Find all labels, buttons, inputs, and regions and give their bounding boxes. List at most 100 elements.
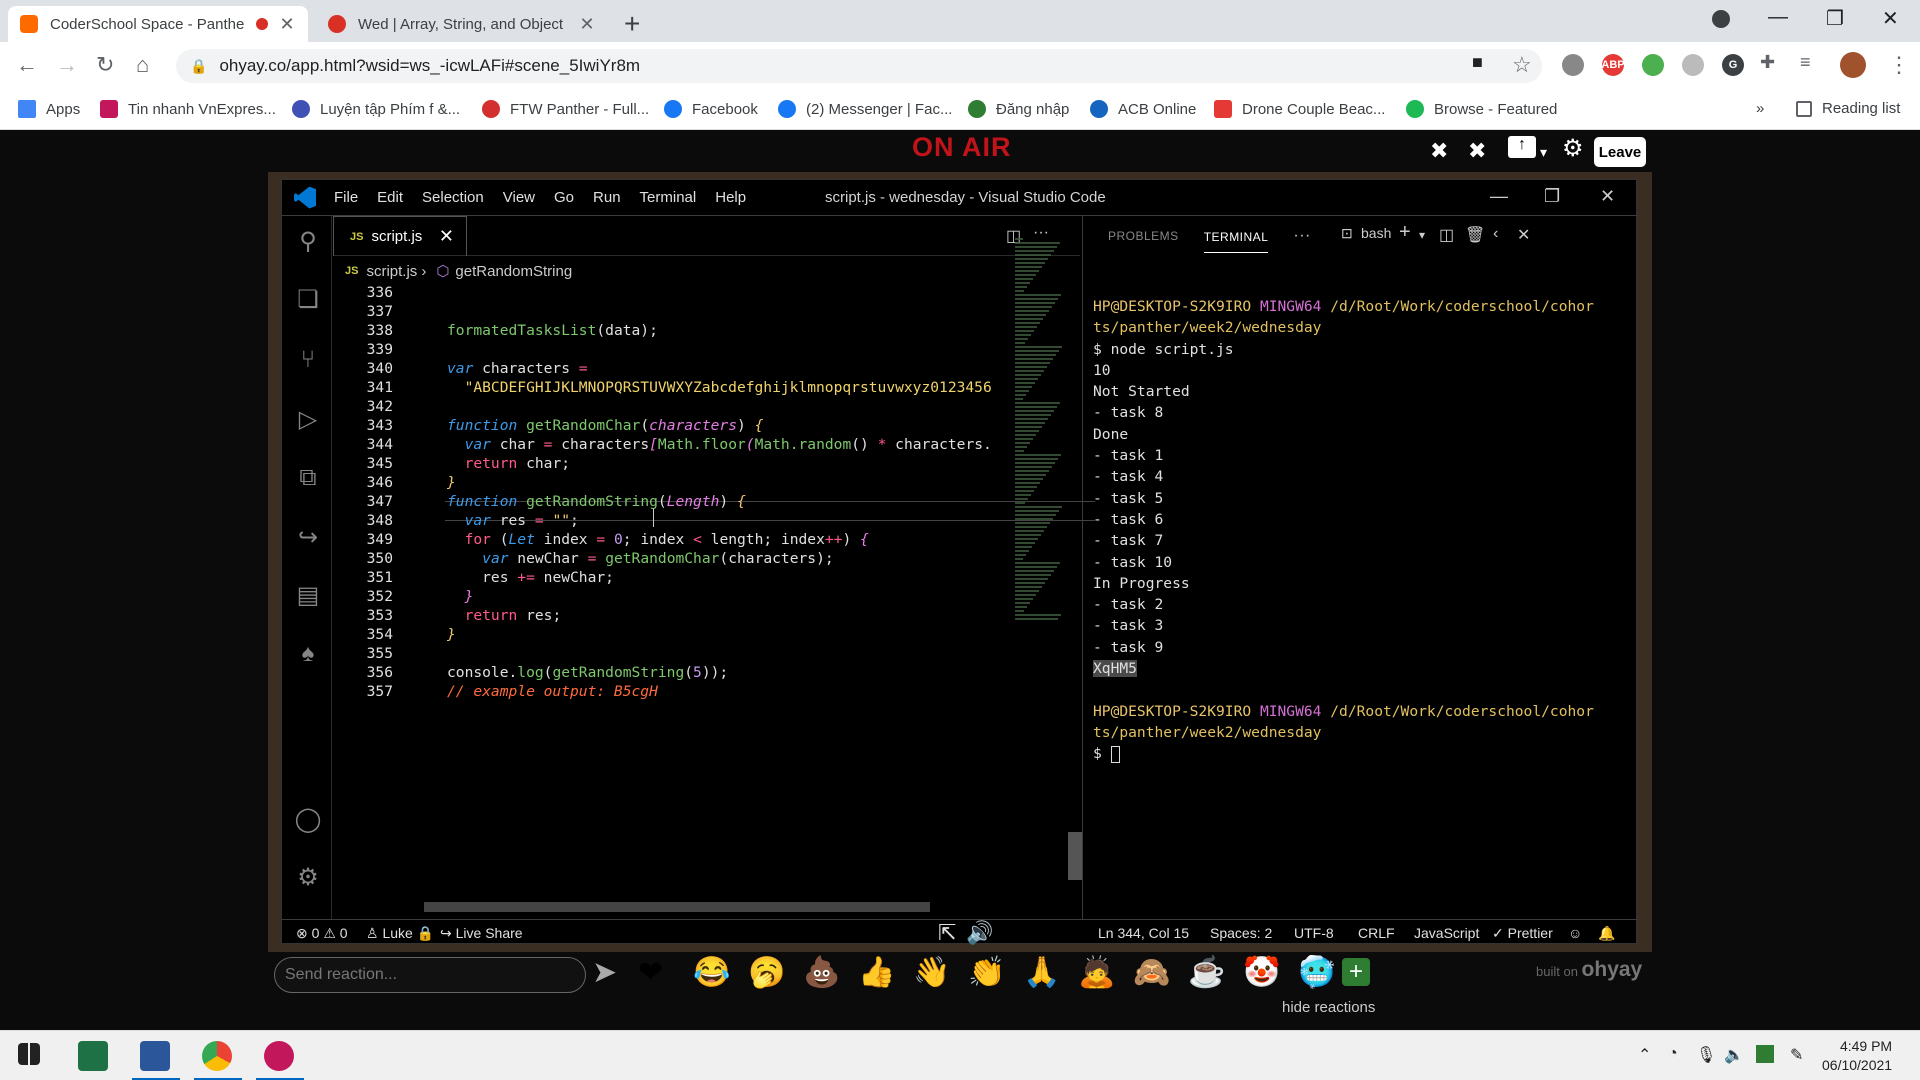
problems-status[interactable]: ⊗ 0 ⚠ 0	[296, 925, 348, 942]
camera-icon[interactable]: ■	[1472, 52, 1483, 73]
live-share-icon[interactable]: ↪	[294, 524, 322, 552]
search-icon[interactable]: ⚲	[294, 228, 322, 256]
bookmark-star-icon[interactable]: ☆	[1512, 52, 1532, 78]
gear-icon[interactable]: ⚙	[1562, 134, 1584, 163]
share-screen-icon[interactable]: ↑	[1508, 136, 1536, 158]
reaction-heart-icon[interactable]: ❤	[638, 955, 663, 990]
menu-run[interactable]: Run	[593, 189, 621, 206]
explorer-files-icon[interactable]: ❏	[294, 286, 322, 314]
menu-edit[interactable]: Edit	[377, 189, 403, 206]
windows-start-icon[interactable]	[18, 1043, 40, 1065]
chrome-menu-icon[interactable]: ⋮	[1888, 52, 1910, 78]
reaction-see-no-evil-icon[interactable]: 🙈	[1133, 955, 1170, 990]
reaction-input[interactable]: Send reaction...	[274, 957, 586, 993]
extension-color-icon[interactable]	[1642, 54, 1664, 76]
horizontal-scrollbar[interactable]	[424, 902, 930, 912]
address-bar[interactable]: 🔒 ohyay.co/app.html?wsid=ws_-icwLAFi#sce…	[176, 49, 1542, 83]
menu-view[interactable]: View	[503, 189, 535, 206]
account-icon[interactable]: ◯	[294, 806, 322, 834]
bookmark-ftw[interactable]: FTW Panther - Full...	[482, 100, 649, 118]
reaction-bow-icon[interactable]: 🙇	[1078, 955, 1115, 990]
minimize-icon[interactable]: —	[1768, 6, 1788, 29]
reaction-cold-face-icon[interactable]: 🥶	[1298, 955, 1335, 990]
language-status[interactable]: JavaScript	[1414, 925, 1479, 941]
split-terminal-icon[interactable]: ◫	[1439, 225, 1454, 245]
chrome-icon[interactable]	[202, 1041, 232, 1071]
menu-file[interactable]: File	[334, 189, 358, 206]
nvidia-icon[interactable]	[1756, 1045, 1774, 1063]
tab-terminal[interactable]: TERMINAL	[1203, 230, 1269, 253]
volume-icon[interactable]: 🔊	[966, 920, 993, 946]
bookmark-spotify[interactable]: Browse - Featured	[1406, 100, 1557, 118]
vscode-restore-icon[interactable]: ❐	[1544, 186, 1560, 207]
close-window-icon[interactable]: ✕	[1882, 6, 1899, 31]
notifications-bell-icon[interactable]: 🔔	[1598, 925, 1615, 942]
editor-tab-script-js[interactable]: JS script.js ✕	[333, 216, 467, 256]
leave-button[interactable]: Leave	[1594, 137, 1646, 167]
reaction-laugh-icon[interactable]: 😂	[693, 955, 730, 990]
bookmark-apps[interactable]: Apps	[18, 100, 80, 118]
vscode-minimize-icon[interactable]: —	[1490, 186, 1508, 207]
vscode-close-icon[interactable]: ✕	[1600, 186, 1615, 207]
breadcrumb-symbol[interactable]: getRandomString	[455, 263, 572, 280]
bookmark-drone[interactable]: Drone Couple Beac...	[1214, 100, 1385, 118]
terminal-dropdown-icon[interactable]: ▾	[1419, 228, 1425, 242]
menu-go[interactable]: Go	[554, 189, 574, 206]
chevron-left-icon[interactable]: ‹	[1493, 225, 1498, 243]
run-debug-icon[interactable]: ▷	[294, 406, 322, 434]
reaction-clap-icon[interactable]: 👏	[968, 955, 1005, 990]
encoding-status[interactable]: UTF-8	[1294, 925, 1334, 941]
terminal-shell-label[interactable]: bash	[1361, 225, 1391, 241]
bookmarks-overflow-icon[interactable]: »	[1756, 100, 1764, 117]
reload-icon[interactable]: ↻	[96, 52, 114, 78]
extension-circle-icon[interactable]	[1562, 54, 1584, 76]
word-icon[interactable]	[140, 1041, 170, 1071]
code-editor[interactable]: 336 337 338 339 340 341 342 343 344 345 346 347 348 3…	[333, 284, 1095, 894]
trash-icon[interactable]: 🗑	[1465, 225, 1485, 245]
reading-list-button[interactable]: Reading list	[1796, 100, 1900, 117]
panel-more-icon[interactable]: ···	[1293, 227, 1310, 245]
extension-gray-icon[interactable]	[1682, 54, 1704, 76]
send-icon[interactable]: ➤	[592, 955, 617, 990]
profile-avatar[interactable]	[1840, 52, 1866, 78]
adblock-icon[interactable]: ABP	[1601, 54, 1625, 76]
browser-tab-wed[interactable]: Wed | Array, String, and Object ✕	[316, 6, 608, 42]
bookmark-typing[interactable]: Luyện tập Phím f &...	[292, 100, 460, 118]
browser-tab-ohyay[interactable]: CoderSchool Space - Panthe ✕	[8, 6, 308, 42]
new-terminal-icon[interactable]: +	[1399, 221, 1411, 244]
reaction-thumbs-up-icon[interactable]: 👍	[858, 955, 895, 990]
source-control-icon[interactable]: ⑂	[294, 346, 322, 374]
terminal-output[interactable]: HP@DESKTOP-S2K9IRO MINGW64 /d/Root/Work/…	[1093, 296, 1633, 765]
reaction-poop-icon[interactable]: 💩	[803, 955, 840, 990]
menu-terminal[interactable]: Terminal	[640, 189, 697, 206]
live-share-status[interactable]: ↪ Live Share	[440, 925, 523, 942]
terminal-shell-icon[interactable]: ⊡	[1341, 225, 1353, 242]
mongodb-leaf-icon[interactable]: ♠	[294, 640, 322, 668]
prettier-status[interactable]: ✓ Prettier	[1492, 925, 1553, 942]
cursor-position[interactable]: Ln 344, Col 15	[1098, 925, 1189, 941]
vertical-scrollbar[interactable]	[1068, 832, 1082, 880]
minimap[interactable]	[1015, 238, 1067, 638]
back-icon[interactable]: ←	[16, 52, 38, 78]
microphone-icon[interactable]: 🎙	[1696, 1045, 1716, 1065]
feedback-icon[interactable]: ☺	[1568, 925, 1582, 941]
indentation-status[interactable]: Spaces: 2	[1210, 925, 1272, 941]
close-panel-icon[interactable]: ✕	[1517, 225, 1530, 245]
close-tab-icon[interactable]: ✕	[278, 14, 296, 35]
speaker-icon[interactable]: 🔈	[1724, 1045, 1744, 1065]
bookmark-acb[interactable]: ACB Online	[1090, 100, 1196, 118]
tab-search-icon[interactable]	[1712, 10, 1730, 28]
menu-selection[interactable]: Selection	[422, 189, 484, 206]
hide-reactions-link[interactable]: hide reactions	[1282, 999, 1375, 1016]
media-control-icon[interactable]: ≡	[1800, 52, 1811, 73]
docker-icon[interactable]: ▤	[294, 582, 322, 610]
extensions-puzzle-icon[interactable]: ✚	[1760, 52, 1775, 73]
system-clock[interactable]: 4:49 PM 06/10/2021	[1822, 1037, 1892, 1075]
manage-gear-icon[interactable]: ⚙	[294, 864, 322, 892]
forward-icon[interactable]: →	[56, 52, 78, 78]
chrome-app-icon[interactable]	[264, 1041, 294, 1071]
reaction-pray-icon[interactable]: 🙏	[1023, 955, 1060, 990]
close-editor-icon[interactable]: ✕	[439, 226, 454, 247]
reaction-clown-icon[interactable]: 🤡	[1243, 955, 1280, 990]
breadcrumb-file[interactable]: script.js	[366, 263, 417, 280]
